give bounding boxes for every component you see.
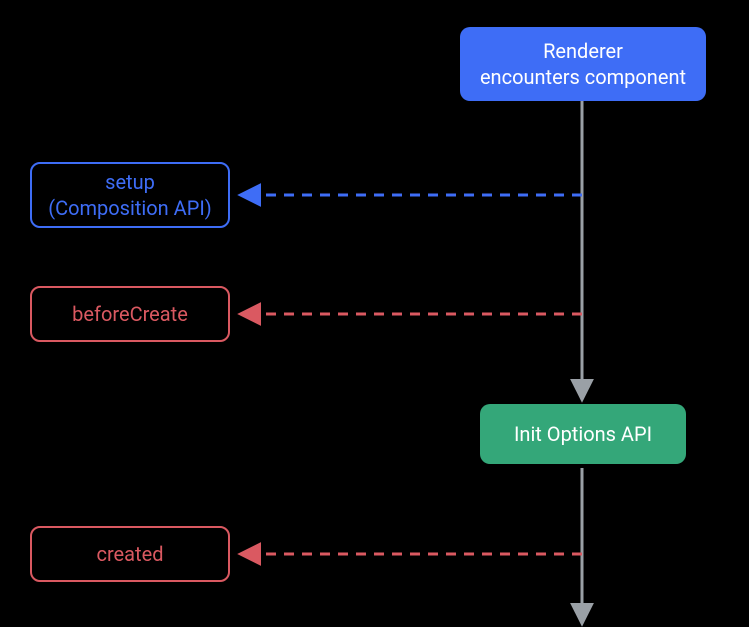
- node-renderer-line2: encounters component: [480, 64, 686, 90]
- node-setup: setup (Composition API): [30, 162, 230, 228]
- node-setup-line1: setup: [48, 169, 212, 195]
- node-beforecreate: beforeCreate: [30, 286, 230, 342]
- node-renderer-line1: Renderer: [480, 38, 686, 64]
- node-created-label: created: [97, 541, 164, 567]
- node-created: created: [30, 526, 230, 582]
- node-renderer: Renderer encounters component: [460, 27, 706, 101]
- node-init-options: Init Options API: [480, 404, 686, 464]
- node-setup-line2: (Composition API): [48, 195, 212, 221]
- node-init-options-label: Init Options API: [514, 421, 652, 447]
- node-beforecreate-label: beforeCreate: [72, 301, 188, 327]
- lifecycle-diagram: Renderer encounters component setup (Com…: [0, 0, 749, 627]
